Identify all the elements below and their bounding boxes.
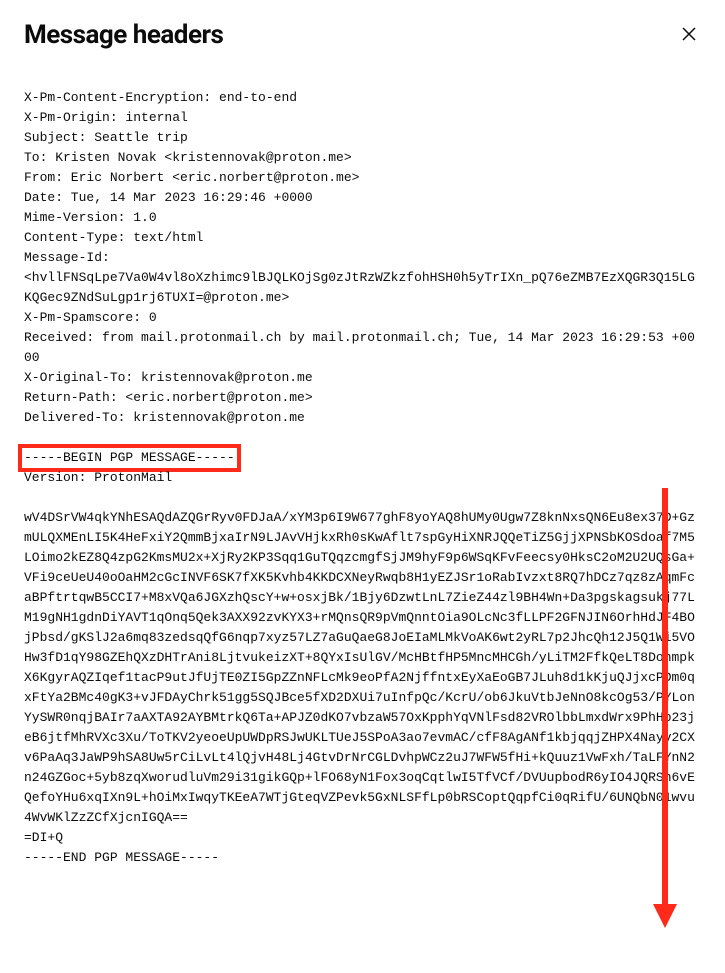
pgp-begin-highlight: -----BEGIN PGP MESSAGE----- [18,444,241,472]
header-line: Mime-Version: 1.0 [24,210,157,225]
header-line: X-Pm-Content-Encryption: end-to-end [24,90,297,105]
headers-content: X-Pm-Content-Encryption: end-to-end X-Pm… [24,68,701,868]
header-line: <hvllFNSqLpe7Va0W4vl8oXzhimc9lBJQLKOjSg0… [24,270,695,305]
dialog-title: Message headers [24,20,223,50]
header-line: Content-Type: text/html [24,230,203,245]
header-line: X-Original-To: kristennovak@proton.me [24,370,313,385]
pgp-begin-line: -----BEGIN PGP MESSAGE----- [24,450,235,465]
pgp-body: wV4DSrVW4qkYNhESAQdAZQGrRyv0FDJaA/xYM3p6… [24,510,695,825]
header-line: X-Pm-Origin: internal [24,110,188,125]
header-line: To: Kristen Novak <kristennovak@proton.m… [24,150,352,165]
pgp-version-line: Version: ProtonMail [24,470,172,485]
header-line: From: Eric Norbert <eric.norbert@proton.… [24,170,359,185]
header-line: X-Pm-Spamscore: 0 [24,310,157,325]
header-line: Return-Path: <eric.norbert@proton.me> [24,390,313,405]
close-button[interactable] [677,22,701,49]
header-line: Date: Tue, 14 Mar 2023 16:29:46 +0000 [24,190,313,205]
close-icon [681,26,697,42]
header-line: Message-Id: [24,250,110,265]
pgp-end-line: -----END PGP MESSAGE----- [24,850,219,865]
header-line: Subject: Seattle trip [24,130,188,145]
header-line: Received: from mail.protonmail.ch by mai… [24,330,695,365]
pgp-checksum-line: =DI+Q [24,830,63,845]
message-headers-dialog: Message headers X-Pm-Content-Encryption:… [0,0,725,888]
blank-line [24,488,701,508]
header-line: Delivered-To: kristennovak@proton.me [24,410,305,425]
dialog-header: Message headers [24,20,701,50]
